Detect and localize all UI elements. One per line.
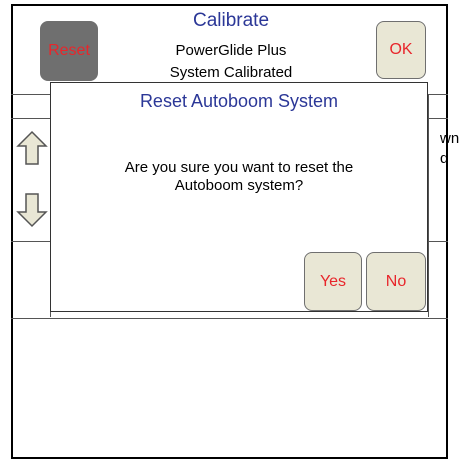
- arrow-down-icon[interactable]: [16, 192, 48, 228]
- yes-button[interactable]: Yes: [304, 252, 362, 311]
- background-text-line2: d: [440, 150, 449, 167]
- dialog-title: Reset Autoboom System: [139, 91, 339, 111]
- background-text-line1: wn: [440, 130, 460, 147]
- panel-row-line: [11, 118, 50, 119]
- panel-row-line: [11, 241, 50, 242]
- ok-button[interactable]: OK: [376, 21, 426, 79]
- reset-button[interactable]: Reset: [40, 21, 98, 81]
- panel-row-line: [428, 118, 448, 119]
- dialog-message-line2: Autoboom system?: [174, 177, 304, 194]
- panel-divider-right: [428, 94, 429, 317]
- dialog-message-line1: Are you sure you want to reset the: [124, 159, 354, 176]
- no-button[interactable]: No: [366, 252, 426, 311]
- panel-row-line: [428, 241, 448, 242]
- dialog-message: Are you sure you want to reset the Autob…: [51, 159, 427, 195]
- arrow-up-icon[interactable]: [16, 130, 48, 166]
- reset-confirm-dialog: Reset Autoboom System Are you sure you w…: [50, 82, 428, 312]
